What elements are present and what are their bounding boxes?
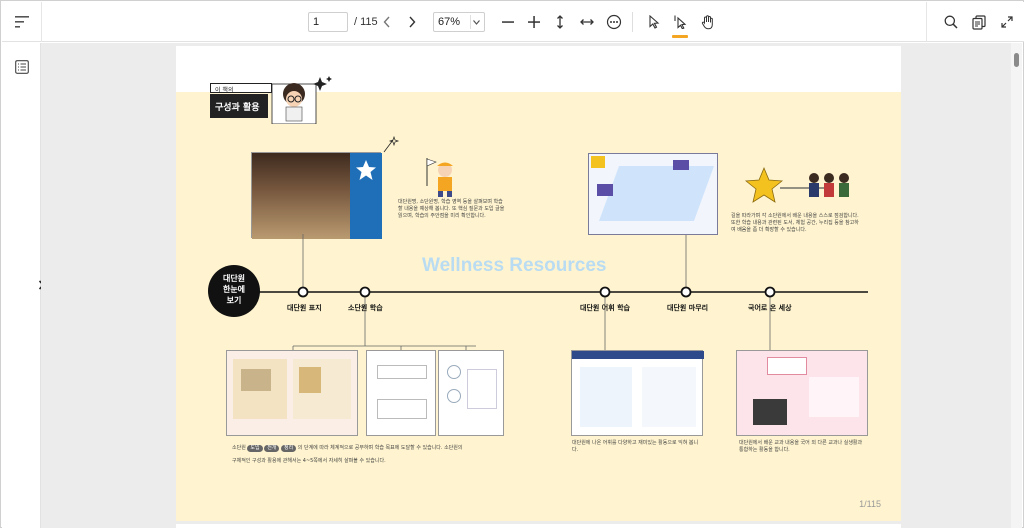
zoom-select[interactable]: 67% (433, 12, 485, 32)
chip-development: 전개 (264, 445, 280, 452)
thumbnail-lesson-3 (438, 350, 504, 436)
more-options-button[interactable] (604, 12, 624, 32)
timeline-label-2: 소단원 학습 (348, 304, 383, 312)
minus-icon (502, 21, 514, 23)
page-number-input[interactable] (308, 12, 348, 32)
desc-bottom-mid: 대단원에 나온 어휘를 다양하고 재미있는 활동으로 익혀 봅니다. (572, 440, 699, 453)
hand-tool-button[interactable] (698, 12, 718, 32)
scrollbar-thumb[interactable] (1014, 53, 1019, 67)
timeline-label-3: 대단원 어휘 학습 (580, 304, 630, 312)
zoom-value: 67% (438, 16, 461, 28)
side-panel (2, 43, 45, 528)
toolbar-divider (632, 12, 633, 32)
thumbnail-lesson-2 (366, 350, 436, 436)
desc-lesson-prefix: 소단원 (232, 445, 246, 451)
zoom-out-button[interactable] (498, 12, 518, 32)
fullscreen-icon (1001, 16, 1013, 28)
prev-page-button[interactable] (377, 12, 397, 32)
outline-list-icon (15, 60, 29, 74)
fit-height-button[interactable] (550, 12, 570, 32)
timeline-label-1: 대단원 표지 (287, 304, 322, 312)
thumbnail-world (736, 350, 868, 436)
timeline-label-5: 국어로 온 세상 (748, 304, 792, 312)
fit-height-icon (557, 15, 563, 29)
plus-icon (528, 16, 540, 28)
desc-bottom-left-line1: 소단원 도입 전개 정리 의 단계에 따라 체계적으로 공부하며 학습 목표에 … (232, 445, 512, 456)
fit-width-button[interactable] (577, 12, 597, 32)
zoom-in-button[interactable] (524, 12, 544, 32)
more-icon (606, 14, 622, 30)
thumbnail-lesson-1 (226, 350, 358, 436)
page-indicator: 1/115 (859, 499, 881, 509)
sidebar-toggle-button[interactable] (2, 2, 42, 42)
page-total: / 115 (354, 16, 378, 28)
fullscreen-button[interactable] (997, 12, 1017, 32)
chevron-right-icon (409, 16, 416, 28)
next-pdf-page (176, 524, 901, 528)
fit-width-icon (580, 19, 594, 25)
select-tool-button[interactable] (644, 12, 664, 32)
text-cursor-icon (674, 15, 687, 29)
thumbnail-vocab (571, 350, 704, 436)
toolbar: / 115 67% (2, 2, 1024, 42)
text-select-tool-button[interactable] (670, 12, 690, 32)
outline-button[interactable] (12, 57, 32, 77)
search-icon (944, 15, 958, 29)
copy-button[interactable] (969, 12, 989, 32)
next-page-button[interactable] (402, 12, 422, 32)
pdf-page: 이 책의 구성과 활용 대단원명, 소단원명, 학습 영역 등을 살펴보며 학습… (176, 46, 901, 521)
vertical-scrollbar[interactable] (1011, 43, 1022, 528)
desc-bottom-left-line2: 구체적인 구성과 활용에 관해서는 4~5쪽에서 자세히 살펴볼 수 있습니다. (232, 458, 386, 464)
desc-bottom-right: 대단원에서 배운 교과 내용을 국어 외 다른 교과나 실생활과 통합하는 활동… (739, 440, 863, 453)
chevron-left-icon (383, 16, 390, 28)
sidebar-toggle-icon (14, 16, 29, 28)
chip-intro: 도입 (247, 445, 263, 452)
pdf-viewer: / 115 67% (0, 0, 1024, 528)
unit-overview-circle: 대단원 한눈에 보기 (222, 274, 246, 305)
search-button[interactable] (941, 12, 961, 32)
chevron-down-icon (470, 15, 482, 29)
timeline-label-4: 대단원 마무리 (667, 304, 709, 312)
copy-icon (972, 14, 986, 30)
hand-icon (701, 14, 713, 29)
watermark: Wellness Resources (422, 255, 607, 276)
chip-summary: 정리 (281, 445, 297, 452)
pointer-icon (649, 15, 660, 29)
active-tool-indicator (672, 35, 688, 38)
toolbar-right (926, 2, 1024, 42)
document-viewport[interactable]: 이 책의 구성과 활용 대단원명, 소단원명, 학습 영역 등을 살펴보며 학습… (41, 43, 1013, 528)
desc-lesson-middle: 의 단계에 따라 체계적으로 공부하며 학습 목표에 도달할 수 있습니다. 소… (297, 445, 463, 451)
